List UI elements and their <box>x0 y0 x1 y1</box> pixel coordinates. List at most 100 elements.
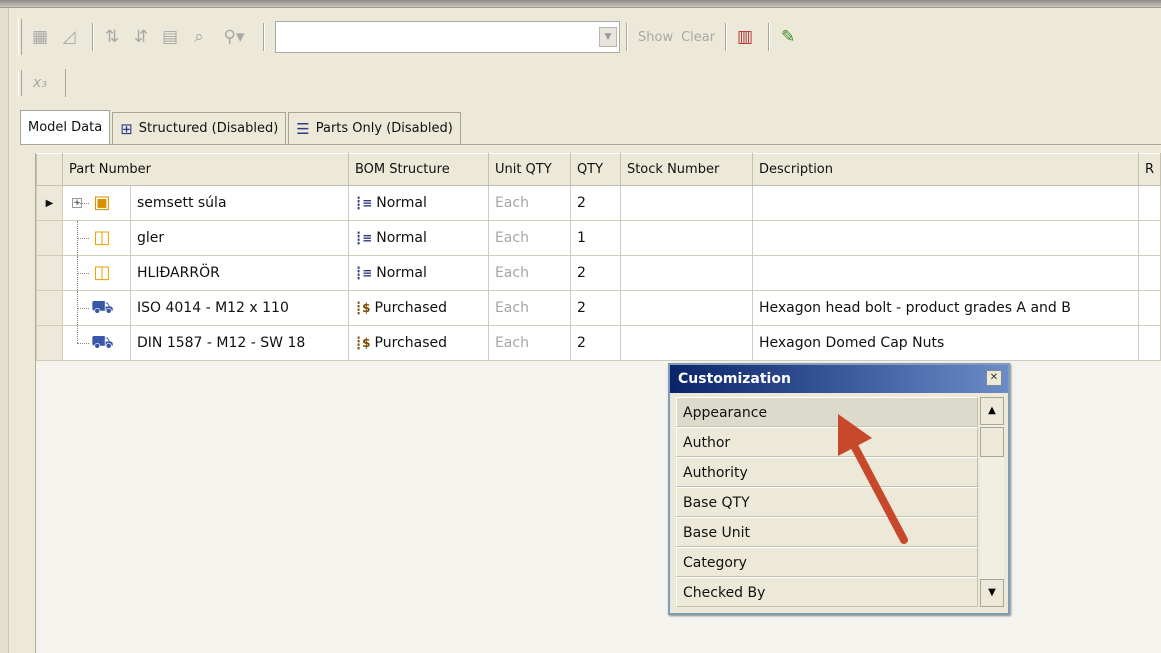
row-selector[interactable] <box>36 325 63 361</box>
unit-qty-cell[interactable]: Each <box>487 290 571 326</box>
list-item-appearance[interactable]: Appearance <box>676 397 978 427</box>
tree-cell: ◫ <box>62 255 131 291</box>
bom-structure-cell[interactable]: ┋≡ Normal <box>347 220 489 256</box>
toolbar-grip[interactable] <box>18 19 22 55</box>
window-top-edge <box>0 0 1161 8</box>
stock-number-cell[interactable] <box>619 290 753 326</box>
column-header-unit-qty[interactable]: Unit QTY <box>487 153 571 186</box>
row-selector[interactable] <box>36 220 63 256</box>
eraser-icon[interactable]: ◿ <box>57 24 81 50</box>
unit-qty-cell[interactable]: Each <box>487 325 571 361</box>
show-button[interactable]: Show <box>638 30 673 45</box>
bom-structure-cell[interactable]: ┋≡ Normal <box>347 255 489 291</box>
export-table-icon[interactable]: ▦ <box>28 24 52 50</box>
bom-structure-value: Normal <box>376 195 427 211</box>
column-header-bom-structure[interactable]: BOM Structure <box>347 153 489 186</box>
qty-cell[interactable]: 1 <box>569 220 621 256</box>
description-cell[interactable] <box>751 185 1139 221</box>
column-header-r[interactable]: R <box>1137 153 1161 186</box>
table-row[interactable]: ◫ gler ┋≡ Normal Each 1 <box>36 220 1161 256</box>
toolbar-grip[interactable] <box>18 70 22 96</box>
part-number-cell[interactable]: semsett súla <box>130 185 349 221</box>
r-cell[interactable] <box>1137 325 1161 361</box>
part-number-cell[interactable]: HLIÐARRÖR <box>130 255 349 291</box>
r-cell[interactable] <box>1137 255 1161 291</box>
list-item-checked-by[interactable]: Checked By <box>676 577 978 607</box>
chevron-down-icon[interactable]: ▼ <box>599 27 617 47</box>
description-cell[interactable] <box>751 255 1139 291</box>
table-row[interactable]: ◫ HLIÐARRÖR ┋≡ Normal Each 2 <box>36 255 1161 291</box>
part-number-cell[interactable]: gler <box>130 220 349 256</box>
list-item-base-unit[interactable]: Base Unit <box>676 517 978 547</box>
formula-field[interactable] <box>65 69 1115 97</box>
customization-title: Customization <box>678 371 791 387</box>
normal-bom-icon: ┋≡ <box>354 196 373 210</box>
column-header-qty[interactable]: QTY <box>569 153 621 186</box>
qty-cell[interactable]: 2 <box>569 325 621 361</box>
qty-cell[interactable]: 2 <box>569 185 621 221</box>
tree-cell: + ▣ <box>62 185 131 221</box>
bom-structure-cell[interactable]: ┋$ Purchased <box>347 325 489 361</box>
row-selector-header[interactable] <box>36 153 63 186</box>
filter-combo[interactable]: ▼ <box>275 21 620 53</box>
tree-connector <box>77 203 89 204</box>
stock-number-cell[interactable] <box>619 185 753 221</box>
list-item-author[interactable]: Author <box>676 427 978 457</box>
stock-number-cell[interactable] <box>619 255 753 291</box>
scroll-down-icon[interactable]: ▼ <box>980 579 1004 607</box>
list-item-base-qty[interactable]: Base QTY <box>676 487 978 517</box>
table-row[interactable]: ⛟ DIN 1587 - M12 - SW 18 ┋$ Purchased Eac… <box>36 325 1161 361</box>
sort-descending-icon[interactable]: ⇵ <box>129 24 153 50</box>
stock-number-cell[interactable] <box>619 325 753 361</box>
unit-qty-cell[interactable]: Each <box>487 255 571 291</box>
customization-title-bar[interactable]: Customization ✕ <box>670 365 1008 393</box>
list-item-category[interactable]: Category <box>676 547 978 577</box>
sort-ascending-icon[interactable]: ⇅ <box>100 24 124 50</box>
bom-structure-cell[interactable]: ┋$ Purchased <box>347 290 489 326</box>
clear-button[interactable]: Clear <box>681 30 715 45</box>
row-selector[interactable] <box>36 255 63 291</box>
formula-icon[interactable]: x₃ <box>28 70 52 96</box>
r-cell[interactable] <box>1137 185 1161 221</box>
qty-cell[interactable]: 2 <box>569 290 621 326</box>
unit-qty-cell[interactable]: Each <box>487 185 571 221</box>
column-header-part-number[interactable]: Part Number <box>62 153 349 186</box>
list-item-authority[interactable]: Authority <box>676 457 978 487</box>
r-cell[interactable] <box>1137 220 1161 256</box>
renumber-items-icon[interactable]: ▤ <box>158 24 182 50</box>
customization-scrollbar[interactable]: ▲ ▼ <box>980 397 1004 607</box>
row-selector-current[interactable]: ▶ <box>36 185 63 221</box>
unit-qty-cell[interactable]: Each <box>487 220 571 256</box>
tree-cell: ◫ <box>62 220 131 256</box>
row-selector[interactable] <box>36 290 63 326</box>
toolbar-separator <box>263 23 265 51</box>
column-header-description[interactable]: Description <box>751 153 1139 186</box>
filter-dropdown-icon[interactable]: ⚲▾ <box>216 24 252 50</box>
structured-view-icon: ⊞ <box>120 119 133 138</box>
find-icon[interactable]: ⌕ <box>187 24 211 50</box>
scrollbar-thumb[interactable] <box>980 427 1004 457</box>
qty-cell[interactable]: 2 <box>569 255 621 291</box>
part-number-cell[interactable]: DIN 1587 - M12 - SW 18 <box>130 325 349 361</box>
stock-number-cell[interactable] <box>619 220 753 256</box>
item-properties-icon[interactable]: ✎ <box>776 24 800 50</box>
description-cell[interactable] <box>751 220 1139 256</box>
column-header-stock-number[interactable]: Stock Number <box>619 153 753 186</box>
main-toolbar: ▦ ◿ ⇅ ⇵ ▤ ⌕ ⚲▾ ▼ Show Clear ▥ ✎ <box>10 9 1161 65</box>
close-icon[interactable]: ✕ <box>986 370 1002 386</box>
description-cell[interactable]: Hexagon Domed Cap Nuts <box>751 325 1139 361</box>
scroll-up-icon[interactable]: ▲ <box>980 397 1004 425</box>
tab-model-data[interactable]: Model Data <box>20 110 111 144</box>
tab-structured[interactable]: ⊞ Structured (Disabled) <box>112 112 287 144</box>
bom-structure-value: Normal <box>376 265 427 281</box>
tab-parts-only[interactable]: ☰ Parts Only (Disabled) <box>288 112 461 144</box>
description-cell[interactable]: Hexagon head bolt - product grades A and… <box>751 290 1139 326</box>
formula-toolbar: x₃ <box>10 66 1161 100</box>
table-row[interactable]: ⛟ ISO 4014 - M12 x 110 ┋$ Purchased Each … <box>36 290 1161 326</box>
r-cell[interactable] <box>1137 290 1161 326</box>
tree-connector <box>77 238 89 239</box>
column-chooser-icon[interactable]: ▥ <box>733 24 757 50</box>
part-number-cell[interactable]: ISO 4014 - M12 x 110 <box>130 290 349 326</box>
bom-structure-cell[interactable]: ┋≡ Normal <box>347 185 489 221</box>
table-row[interactable]: ▶ + ▣ semsett súla ┋≡ Normal Each 2 <box>36 185 1161 221</box>
